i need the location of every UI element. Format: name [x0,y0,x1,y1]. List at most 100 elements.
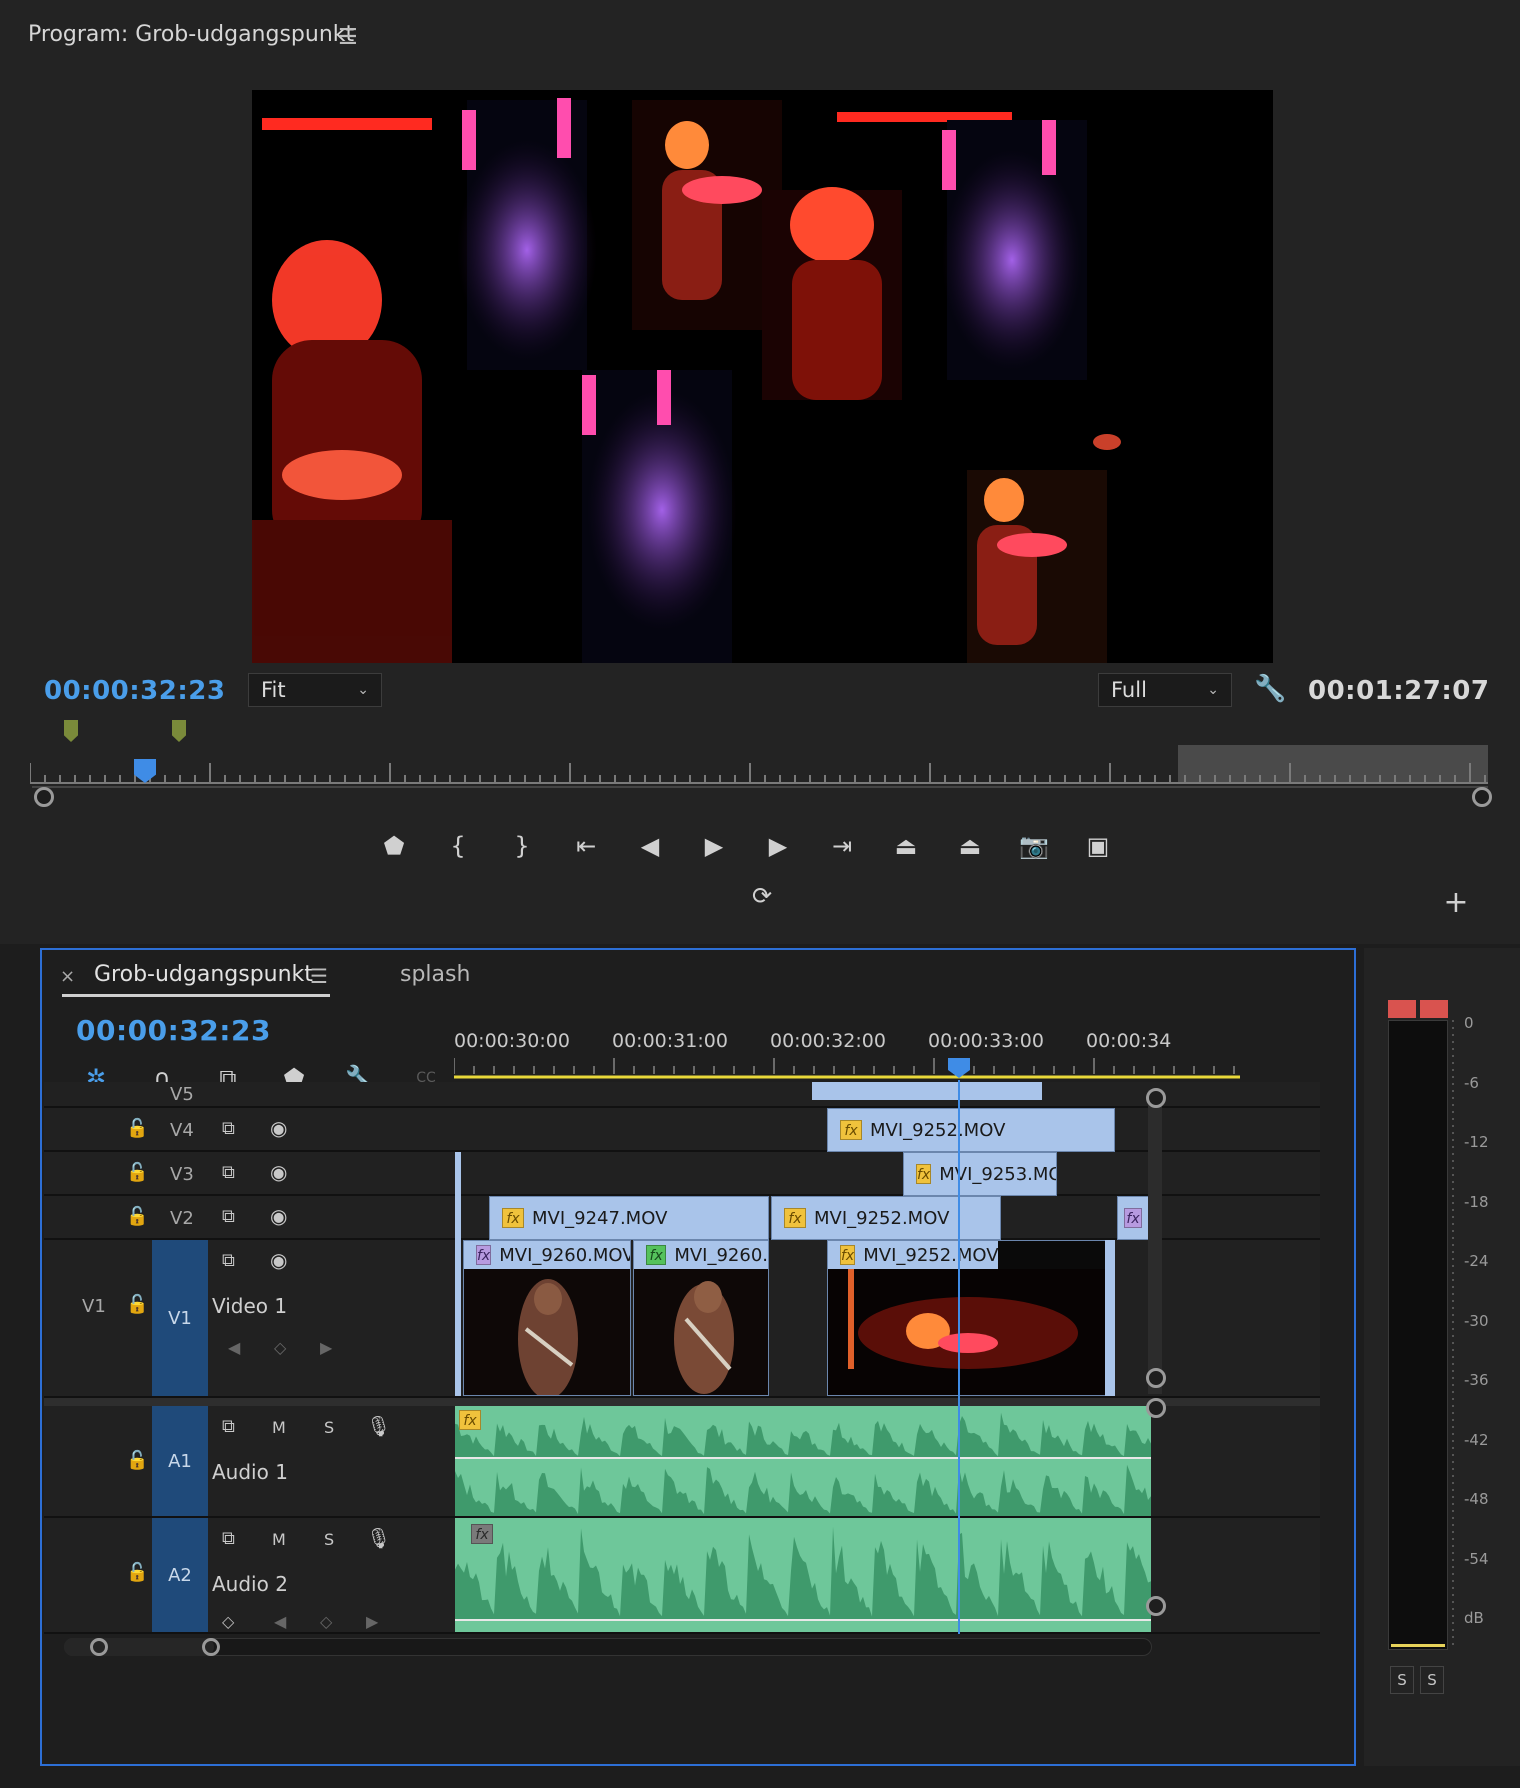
next-keyframe-icon[interactable]: ▶ [366,1612,378,1631]
clip-mvi-9260[interactable]: fx MVI_9260. [633,1240,769,1396]
eye-icon[interactable]: ◉ [270,1248,287,1272]
play-icon[interactable]: ▶ [694,826,734,866]
go-to-out-icon[interactable]: ⇥ [822,826,862,866]
scroll-handle[interactable] [1146,1088,1166,1108]
lock-icon[interactable]: 🔓 [126,1118,148,1139]
horizontal-scrollbar[interactable] [64,1638,1152,1656]
track-target-a2[interactable]: A2 [152,1518,208,1632]
export-frame-icon[interactable]: 📷 [1014,826,1054,866]
scroll-handle[interactable] [1146,1398,1166,1418]
lift-icon[interactable]: ⏏ [886,826,926,866]
hamburger-icon[interactable]: ☰ [310,964,328,988]
peak-indicator-left[interactable] [1388,1000,1416,1018]
solo-track-button[interactable]: S [324,1418,334,1437]
scroll-handle[interactable] [202,1638,220,1656]
scroll-handle[interactable] [90,1638,108,1656]
close-tab-icon[interactable]: × [60,966,75,987]
audio-clip-a1[interactable]: fx [455,1406,1151,1516]
mark-out-icon[interactable]: } [502,826,542,866]
plus-icon[interactable]: + [1436,882,1476,922]
add-keyframe-icon[interactable]: ◇ [320,1612,332,1631]
sync-lock-icon[interactable]: ⧉ [222,1416,235,1437]
sync-lock-icon[interactable]: ⧉ [222,1118,235,1139]
track-source-v1[interactable]: V1 [82,1296,106,1317]
next-keyframe-icon[interactable]: ▶ [320,1338,332,1357]
lock-icon[interactable]: 🔓 [126,1294,148,1315]
mark-in-icon[interactable]: { [438,826,478,866]
sequence-marker[interactable] [64,720,78,742]
clip[interactable] [455,1240,461,1396]
video-tracks-scrollbar[interactable] [1148,1090,1162,1394]
microphone-icon[interactable]: 🎙 [366,1526,391,1550]
go-to-in-icon[interactable]: ⇤ [566,826,606,866]
add-keyframe-icon[interactable]: ◇ [274,1338,286,1357]
eye-icon[interactable]: ◉ [270,1204,287,1228]
track-target-v1[interactable]: V1 [152,1240,208,1396]
sync-lock-icon[interactable]: ⧉ [222,1206,235,1227]
settings-wrench-icon[interactable]: 🔧 [1254,674,1286,704]
scroll-handle[interactable] [1146,1368,1166,1388]
sync-lock-icon[interactable]: ⧉ [222,1528,235,1549]
lock-icon[interactable]: 🔓 [126,1162,148,1183]
prev-keyframe-icon[interactable]: ◀ [274,1612,286,1631]
zoom-handle-right[interactable] [1472,787,1492,807]
step-forward-icon[interactable]: ▶ [758,826,798,866]
clip[interactable]: fx [1117,1196,1151,1240]
playback-resolution-dropdown[interactable]: Full ⌄ [1098,673,1232,707]
audio-clip-a2[interactable]: fx [455,1518,1151,1632]
scroll-handle[interactable] [1146,1596,1166,1616]
zoom-fit-dropdown[interactable]: Fit ⌄ [248,673,382,707]
mute-track-button[interactable]: M [272,1418,286,1437]
eye-icon[interactable]: ◉ [270,1160,287,1184]
sequence-marker[interactable] [172,720,186,742]
eye-icon[interactable]: ◉ [270,1116,287,1140]
clip-mvi-9247[interactable]: fx MVI_9247.MOV [489,1196,769,1240]
toggle-proxies-icon[interactable]: ⟳ [742,876,782,916]
horizontal-scroll-thumb[interactable] [64,1638,214,1656]
zoom-handle-left[interactable] [34,787,54,807]
clip-mvi-9260[interactable]: fx MVI_9260.MOV [463,1240,631,1399]
solo-left-button[interactable]: S [1390,1666,1414,1694]
db-scale-label: -42 [1464,1430,1489,1449]
program-current-timecode[interactable]: 00:00:32:23 [44,676,225,706]
microphone-icon[interactable]: 🎙 [366,1414,391,1438]
show-keyframes-icon[interactable]: ◇ [222,1612,234,1631]
lock-icon[interactable]: 🔓 [126,1206,148,1227]
sync-lock-icon[interactable]: ⧉ [222,1162,235,1183]
clip[interactable] [455,1196,461,1240]
clip-edge[interactable] [1105,1240,1115,1396]
program-video-preview[interactable] [252,90,1273,663]
track-row-v3: 🔓 V3 ⧉ ◉ fx MVI_9253.MO [44,1152,1320,1196]
sync-lock-icon[interactable]: ⧉ [222,1250,235,1271]
clip-mvi-9252[interactable]: fx MVI_9252.MOV [827,1108,1115,1152]
comparison-view-icon[interactable]: ▣ [1078,826,1118,866]
track-target-a1[interactable]: A1 [152,1406,208,1516]
program-time-ruler[interactable] [30,745,1488,785]
extract-icon[interactable]: ⏏ [950,826,990,866]
clip[interactable] [812,1082,1042,1100]
fx-badge-icon: fx [476,1245,492,1265]
prev-keyframe-icon[interactable]: ◀ [228,1338,240,1357]
track-name-video-1[interactable]: Video 1 [212,1294,287,1318]
timeline-current-timecode[interactable]: 00:00:32:23 [76,1014,271,1047]
track-name-audio-2[interactable]: Audio 2 [212,1572,288,1596]
solo-right-button[interactable]: S [1420,1666,1444,1694]
step-back-icon[interactable]: ◀ [630,826,670,866]
hamburger-icon[interactable]: ☰ [338,25,358,50]
clip-mvi-9253[interactable]: fx MVI_9253.MO [903,1152,1057,1196]
fx-badge-icon: fx [471,1524,493,1544]
track-name-audio-1[interactable]: Audio 1 [212,1460,288,1484]
add-marker-icon[interactable]: ⬟ [374,826,414,866]
clip-mvi-9252[interactable]: fx MVI_9252.MOV [771,1196,1001,1240]
lock-icon[interactable]: 🔓 [126,1450,148,1471]
clip[interactable] [455,1152,461,1196]
timeline-ruler[interactable]: 00:00:30:00 00:00:31:00 00:00:32:00 00:0… [454,1010,1240,1082]
tab-splash[interactable]: splash [400,962,470,987]
peak-indicator-right[interactable] [1420,1000,1448,1018]
mute-track-button[interactable]: M [272,1530,286,1549]
meter-ticks [1452,1020,1454,1650]
tab-grob-udgangspunkt[interactable]: Grob-udgangspunkt [94,962,313,987]
lock-icon[interactable]: 🔓 [126,1562,148,1583]
solo-track-button[interactable]: S [324,1530,334,1549]
clip-mvi-9252[interactable]: fx MVI_9252.MOV [827,1240,1115,1396]
